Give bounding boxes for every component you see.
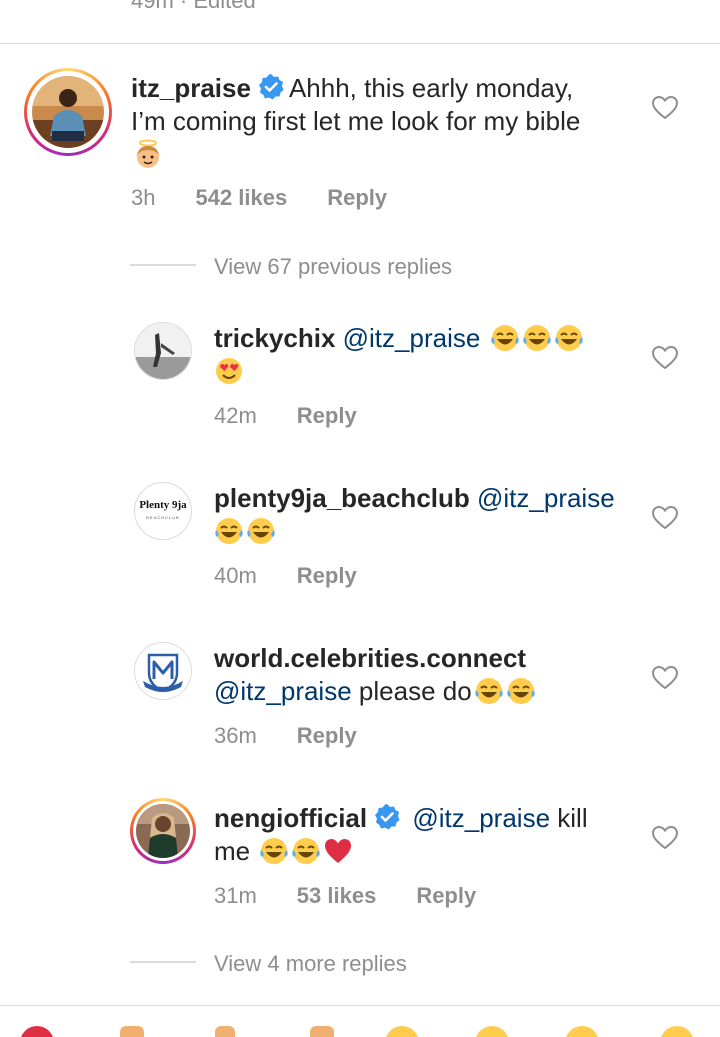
main-comment: itz_praise Ahhh, this early monday, I’m c…: [131, 72, 611, 171]
reply-button[interactable]: Reply: [297, 723, 357, 749]
avatar-world-celebrities-connect[interactable]: [134, 642, 192, 700]
reply-world-celebrities: world.celebrities.connect @itz_praise pl…: [214, 642, 634, 708]
thread-line: [130, 264, 196, 266]
divider: [0, 43, 720, 44]
raised-hands-emoji-icon[interactable]: [120, 1026, 144, 1037]
like-heart-icon[interactable]: [651, 825, 679, 850]
red-heart-emoji-icon[interactable]: [20, 1026, 54, 1037]
reply-text: please do: [358, 676, 472, 706]
heart-eyes-emoji-icon[interactable]: [475, 1026, 509, 1037]
reply-meta: 36m Reply: [214, 723, 357, 749]
laughing-tears-emoji-icon: [474, 676, 504, 706]
like-heart-icon[interactable]: [651, 95, 679, 120]
clap-emoji-icon[interactable]: [310, 1026, 334, 1037]
reply-button[interactable]: Reply: [297, 563, 357, 589]
avatar-itz-praise[interactable]: [24, 68, 112, 156]
crying-emoji-icon[interactable]: [385, 1026, 419, 1037]
reply-time: 31m: [214, 883, 257, 908]
reply-plenty9ja: plenty9ja_beachclub @itz_praise: [214, 482, 634, 548]
avatar-plenty9ja-beachclub[interactable]: Plenty 9ja BEACHCLUB: [134, 482, 192, 540]
avatar-logo-subtext: BEACHCLUB: [146, 515, 180, 520]
verified-badge-icon: [257, 73, 285, 101]
main-comment-meta: 3h 542 likes Reply: [131, 185, 387, 211]
reply-button[interactable]: Reply: [416, 883, 476, 909]
reply-time: 36m: [214, 723, 257, 748]
red-heart-emoji-icon: [323, 836, 353, 866]
laughing-tears-emoji-icon: [490, 323, 520, 353]
reply-meta: 42m Reply: [214, 403, 357, 429]
reply-nengiofficial: nengiofficial @itz_praise kill me: [214, 802, 614, 868]
like-heart-icon[interactable]: [651, 505, 679, 530]
reply-mention[interactable]: @itz_praise: [412, 803, 550, 833]
reply-username[interactable]: nengiofficial: [214, 803, 367, 833]
laughing-emoji-icon[interactable]: [660, 1026, 694, 1037]
laughing-tears-emoji-icon: [246, 516, 276, 546]
laughing-tears-emoji-icon: [554, 323, 584, 353]
laughing-tears-emoji-icon: [259, 836, 289, 866]
reply-username[interactable]: plenty9ja_beachclub: [214, 483, 470, 513]
heart-eyes-emoji-icon: [214, 356, 244, 386]
reply-time: 42m: [214, 403, 257, 428]
view-previous-replies[interactable]: View 67 previous replies: [214, 254, 452, 280]
laughing-tears-emoji-icon: [506, 676, 536, 706]
reply-likes[interactable]: 53 likes: [297, 883, 377, 909]
reply-time: 40m: [214, 563, 257, 588]
laughing-tears-emoji-icon: [291, 836, 321, 866]
comment-time: 3h: [131, 185, 156, 210]
laughing-tears-emoji-icon: [214, 516, 244, 546]
reply-meta: 40m Reply: [214, 563, 357, 589]
reply-mention[interactable]: @itz_praise: [343, 323, 481, 353]
angel-emoji-icon: [133, 139, 163, 169]
surprised-emoji-icon[interactable]: [565, 1026, 599, 1037]
comment-likes[interactable]: 542 likes: [195, 185, 287, 211]
reply-trickychix: trickychix @itz_praise: [214, 322, 614, 388]
reply-button[interactable]: Reply: [327, 185, 387, 211]
reply-mention[interactable]: @itz_praise: [477, 483, 615, 513]
laughing-tears-emoji-icon: [522, 323, 552, 353]
thread-line: [130, 961, 196, 963]
reply-username[interactable]: world.celebrities.connect: [214, 643, 526, 673]
fire-emoji-icon[interactable]: [215, 1026, 235, 1037]
verified-badge-icon: [373, 803, 401, 831]
like-heart-icon[interactable]: [651, 665, 679, 690]
comment-username[interactable]: itz_praise: [131, 73, 251, 103]
reply-meta: 31m 53 likes Reply: [214, 883, 476, 909]
avatar-trickychix[interactable]: [134, 322, 192, 380]
reply-button[interactable]: Reply: [297, 403, 357, 429]
view-more-replies[interactable]: View 4 more replies: [214, 951, 407, 977]
avatar-logo-text: Plenty 9ja: [139, 499, 187, 511]
previous-comment-meta: 49m · Edited: [131, 0, 256, 13]
like-heart-icon[interactable]: [651, 345, 679, 370]
reply-mention[interactable]: @itz_praise: [214, 676, 352, 706]
reply-username[interactable]: trickychix: [214, 323, 335, 353]
quick-emoji-bar: [0, 1005, 720, 1037]
avatar-nengiofficial[interactable]: [130, 798, 196, 864]
